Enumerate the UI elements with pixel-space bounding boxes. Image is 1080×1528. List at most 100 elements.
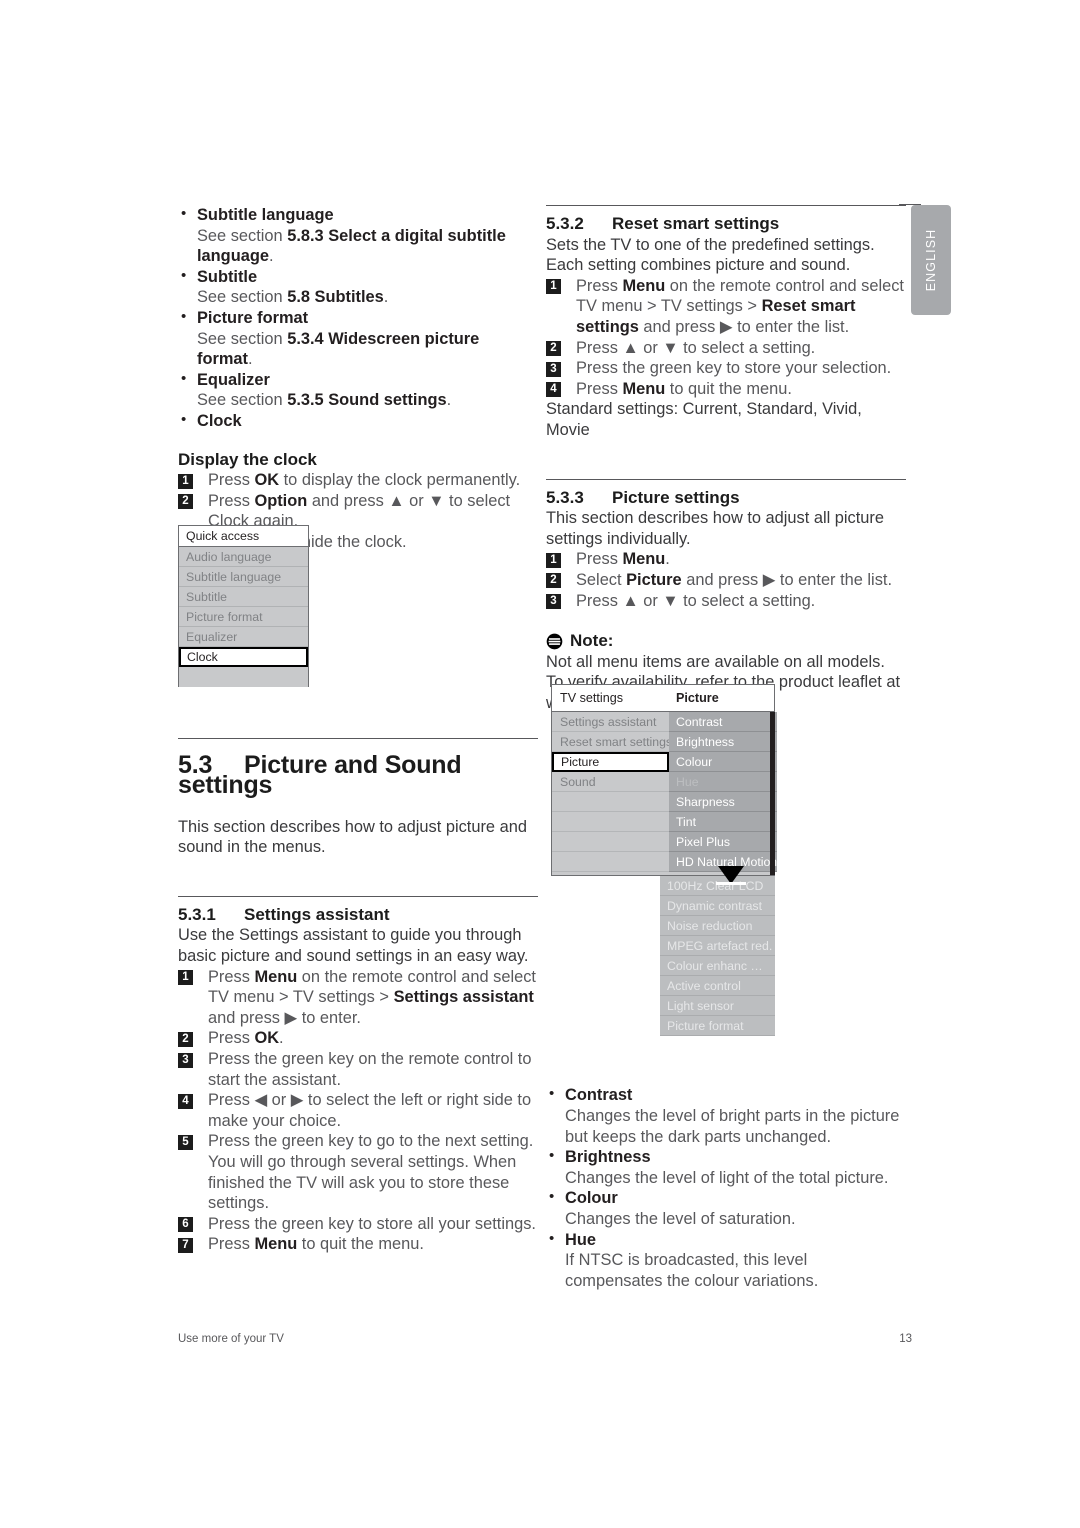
emphasis: OK xyxy=(254,1029,280,1048)
tv-settings-menu[interactable]: TV settings Picture Settings assistant Re… xyxy=(551,684,778,876)
numbered-step: 2 Press OK. xyxy=(178,1028,538,1049)
picture-menu-item[interactable]: Pixel Plus xyxy=(669,832,778,852)
step-number: 6 xyxy=(178,1217,193,1233)
glossary-bullet: Contrast Changes the level of bright part… xyxy=(546,1084,906,1147)
tv-settings-menu-item-selected[interactable]: Picture xyxy=(552,752,669,772)
section-5-3-2-intro: Sets the TV to one of the predefined set… xyxy=(546,235,875,275)
numbered-step: 2 Select Picture and press ▶ to enter the… xyxy=(546,570,906,591)
numbered-step: 5 Press the green key to go to the next s… xyxy=(178,1131,538,1213)
topic-reference: See section 5.8 Subtitles. xyxy=(197,288,389,307)
step-text: Press the green key to store all your se… xyxy=(208,1214,536,1233)
section-5-3-2-title: Reset smart settings xyxy=(612,214,780,233)
numbered-step: 1 Press Menu on the remote control and se… xyxy=(178,967,538,1029)
quick-access-menu-rows: Audio language Subtitle language Subtitle P… xyxy=(179,547,308,667)
left-column: Subtitle language See section 5.8.3 Selec… xyxy=(178,204,538,1255)
picture-menu-item[interactable]: Colour xyxy=(669,752,778,772)
step-text: to quit the menu. xyxy=(665,379,792,398)
topic-bullet: Subtitle See section 5.8 Subtitles. xyxy=(178,266,538,308)
topic-bullet: Subtitle language See section 5.8.3 Selec… xyxy=(178,204,538,267)
step-text: Press ◀ or ▶ to select the left or right… xyxy=(208,1091,532,1130)
step-number: 7 xyxy=(178,1237,193,1253)
picture-menu-item-overflow[interactable]: MPEG artefact red. xyxy=(660,936,775,956)
quick-access-menu-item-selected[interactable]: Clock xyxy=(179,647,308,667)
topic-bullet: Equalizer See section 5.3.5 Sound setting… xyxy=(178,369,538,411)
topic-reference: See section 5.8.3 Select a digital subti… xyxy=(197,226,506,266)
picture-menu-item[interactable]: Sharpness xyxy=(669,792,778,812)
quick-access-menu-item[interactable]: Equalizer xyxy=(179,627,308,647)
tv-settings-menu-item[interactable]: Sound xyxy=(552,772,669,792)
language-tab: ENGLISH xyxy=(911,205,951,315)
step-number: 5 xyxy=(178,1134,193,1150)
tv-settings-menu-header: TV settings Picture xyxy=(552,685,774,712)
picture-menu-item-overflow[interactable]: Colour enhanc … xyxy=(660,956,775,976)
picture-menu-item[interactable]: Brightness xyxy=(669,732,778,752)
chevron-down-icon xyxy=(716,866,746,885)
picture-menu-item[interactable]: Contrast xyxy=(669,712,778,732)
topic-bullet: Clock xyxy=(178,410,538,432)
emphasis: Option xyxy=(254,491,308,510)
section-5-3-2-number: 5.3.2 xyxy=(546,214,584,233)
quick-access-menu-item[interactable]: Subtitle xyxy=(179,587,308,607)
numbered-step: 4 Press ◀ or ▶ to select the left or righ… xyxy=(178,1090,538,1131)
tv-settings-menu-header-right: Picture xyxy=(676,691,719,705)
section-5-3-3-title: Picture settings xyxy=(612,487,740,507)
emphasis: Menu xyxy=(622,550,666,569)
tv-settings-menu-item[interactable]: Settings assistant xyxy=(552,712,669,732)
glossary-bullet: Hue If NTSC is broadcasted, this level co… xyxy=(546,1229,906,1292)
tv-settings-menu-scrollbar-thumb[interactable] xyxy=(770,712,776,875)
tv-settings-menu-body: Settings assistant Reset smart settings Pi… xyxy=(552,712,778,875)
emphasis: Menu xyxy=(622,379,666,398)
quick-access-menu-item[interactable]: Audio language xyxy=(179,547,308,567)
picture-settings-steps: 1 Press Menu. 2 Select Picture and press ▶ … xyxy=(546,549,906,611)
glossary-bullet: BrightnessChanges the level of light of … xyxy=(546,1146,906,1188)
tv-settings-menu-scrollbar[interactable] xyxy=(770,712,776,875)
step-number: 3 xyxy=(546,594,561,609)
quick-access-menu-item[interactable]: Subtitle language xyxy=(179,567,308,587)
footer-left-text: Use more of your TV xyxy=(178,1333,284,1345)
tv-settings-menu-overflow-list[interactable]: 100Hz Clear LCD Dynamic contrast Noise red… xyxy=(660,876,775,1036)
tv-settings-menu-right-rows: Contrast Brightness Colour Hue Sharpness Tint… xyxy=(669,712,778,872)
step-number: 2 xyxy=(178,1031,193,1047)
step-text: and press ▶ to enter the list. xyxy=(681,570,892,589)
picture-menu-item-overflow[interactable]: Picture format xyxy=(660,1016,775,1036)
step-text: Press xyxy=(576,379,623,398)
numbered-step: 1 Press Menu on the remote control and se… xyxy=(546,276,906,338)
step-text: Select xyxy=(576,570,627,589)
step-text: Press the green key to store your select… xyxy=(576,359,892,378)
section-5-3-3-heading: 5.3.3 Picture settings xyxy=(546,488,906,509)
quick-access-topic-list: Subtitle language See section 5.8.3 Selec… xyxy=(178,204,538,432)
section-5-3-3-number: 5.3.3 xyxy=(546,487,584,507)
picture-menu-item[interactable]: Hue xyxy=(669,772,778,792)
section-5-3-1-number: 5.3.1 xyxy=(178,904,216,924)
topic-term: Subtitle language xyxy=(197,206,334,224)
section-5-3-1-intro: Use the Settings assistant to guide you … xyxy=(178,926,529,966)
quick-access-menu-blank-row xyxy=(179,667,308,687)
picture-menu-item-overflow[interactable]: Noise reduction xyxy=(660,916,775,936)
step-text: to display the clock permanently. xyxy=(279,471,521,490)
document-page: ENGLISH Subtitle language See section 5.8… xyxy=(0,0,1080,1528)
section-5-3-1-title: Settings assistant xyxy=(244,904,390,924)
numbered-step: 3 Press the green key to store your selec… xyxy=(546,358,906,379)
picture-settings-glossary: Contrast Changes the level of bright part… xyxy=(546,1084,906,1292)
step-text: Press the green key to go to the next se… xyxy=(208,1132,534,1213)
picture-menu-item-overflow[interactable]: Active control xyxy=(660,976,775,996)
picture-menu-item-overflow[interactable]: Dynamic contrast xyxy=(660,896,775,916)
step-number: 3 xyxy=(178,1052,193,1068)
quick-access-menu-title: Quick access xyxy=(179,526,308,547)
page-footer: Use more of your TV 13 xyxy=(178,1333,912,1345)
section-5-3-heading: 5.3 Picture and Sound settings xyxy=(178,752,538,797)
tv-settings-menu-item[interactable]: Reset smart settings xyxy=(552,732,672,752)
settings-assistant-steps: 1 Press Menu on the remote control and se… xyxy=(178,967,538,1255)
numbered-step: 4 Press Menu to quit the menu. xyxy=(546,379,906,400)
section-5-3-2-outro: Standard settings: Current, Standard, Vi… xyxy=(546,400,862,439)
glossary-desc: Changes the level of saturation. xyxy=(565,1210,796,1229)
tv-settings-menu-item xyxy=(552,832,669,852)
emphasis: Menu xyxy=(254,1235,298,1254)
picture-menu-item[interactable]: Tint xyxy=(669,812,778,832)
numbered-step: 1 Press Menu. xyxy=(546,549,906,570)
tv-settings-menu-header-left: TV settings xyxy=(560,691,623,705)
picture-menu-item-overflow[interactable]: Light sensor xyxy=(660,996,775,1016)
quick-access-menu-item[interactable]: Picture format xyxy=(179,607,308,627)
glossary-desc: Changes the level of bright parts in the… xyxy=(565,1107,900,1146)
quick-access-menu[interactable]: Quick access Audio language Subtitle lang… xyxy=(178,525,309,687)
